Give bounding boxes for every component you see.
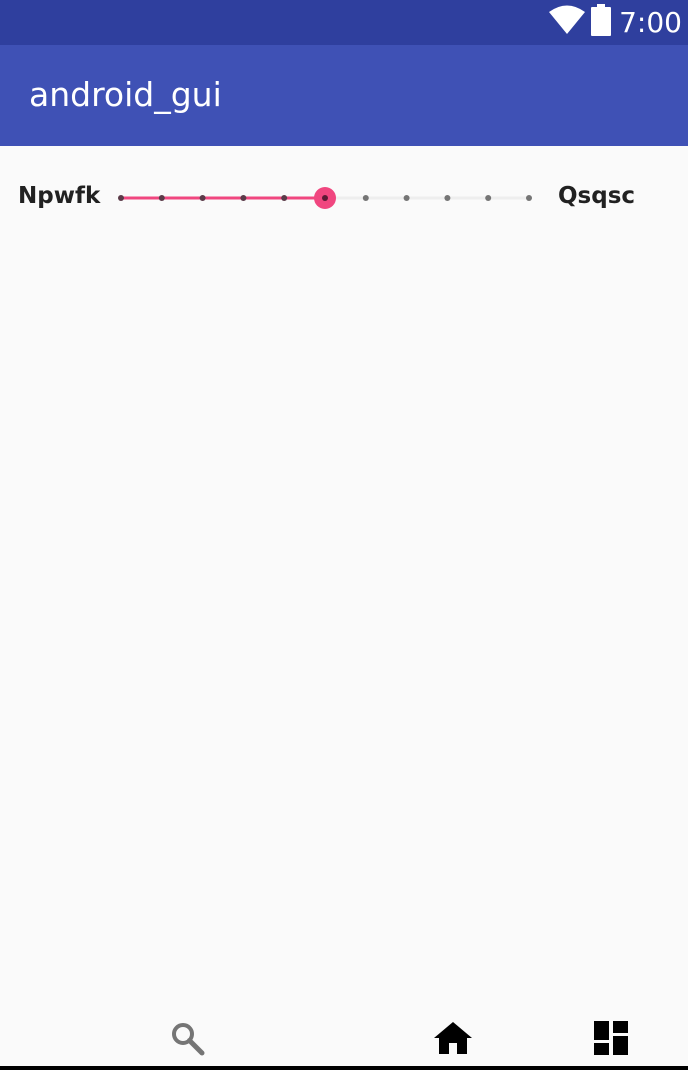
slider-tick: [403, 195, 410, 201]
wifi-icon: [549, 5, 586, 40]
slider-tick: [362, 195, 369, 201]
slider-tick: [158, 195, 165, 201]
home-button[interactable]: [433, 1020, 473, 1060]
slider-min-label: Npwfk: [18, 183, 101, 209]
slider-tick: [281, 195, 288, 201]
bottom-navigation: [0, 1010, 688, 1066]
search-icon: [169, 1020, 205, 1061]
discrete-slider[interactable]: [110, 176, 542, 220]
app-bar: android_gui: [0, 45, 688, 146]
slider-max-label: Qsqsc: [558, 183, 636, 209]
status-bar: 7:00: [0, 0, 688, 45]
app-title: android_gui: [29, 75, 222, 114]
slider-tick: [118, 195, 124, 201]
home-icon: [434, 1021, 472, 1059]
slider-tick: [199, 195, 206, 201]
slider-thumb-tick: [322, 195, 328, 201]
screen-bottom-edge: [0, 1066, 688, 1070]
slider-tick: [444, 195, 451, 201]
slider-tick: [240, 195, 247, 201]
slider-tick: [485, 195, 492, 201]
status-time: 7:00: [619, 6, 682, 39]
main-content: Npwfk Qsqsc: [0, 146, 688, 1036]
slider-tick: [526, 195, 532, 201]
battery-icon: [591, 4, 612, 41]
dashboard-icon: [594, 1020, 628, 1060]
search-button[interactable]: [167, 1020, 207, 1060]
status-icons: 7:00: [549, 0, 682, 45]
dashboard-button[interactable]: [591, 1020, 631, 1060]
